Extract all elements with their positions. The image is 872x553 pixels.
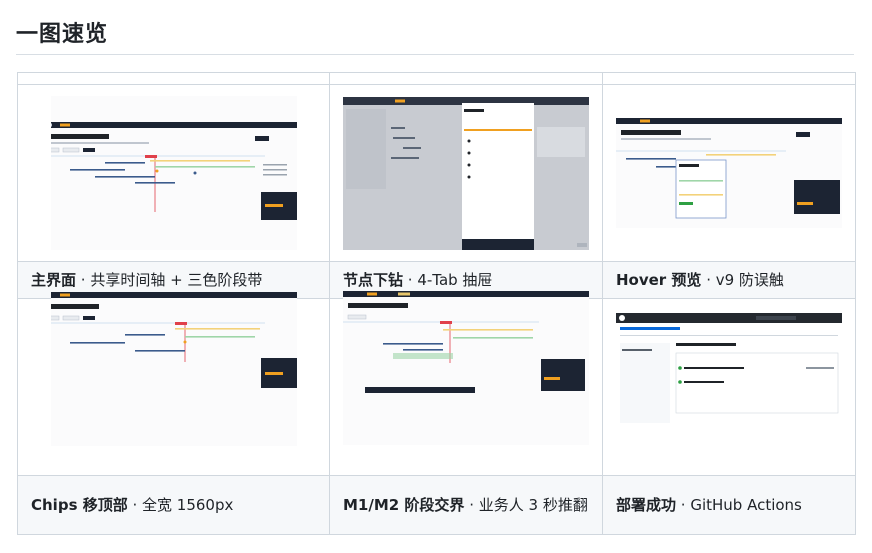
cell-node-drilldown-image [329, 84, 603, 262]
cell-hover-preview-image [602, 84, 856, 262]
thumbnail-deploy-success[interactable] [616, 313, 842, 423]
caption-m1-m2-title: M1/M2 阶段交界 [343, 496, 465, 514]
caption-main-ui-title: 主界面 [31, 271, 77, 289]
caption-m1-m2: M1/M2 阶段交界 · 业务人 3 秒推翻 [329, 475, 603, 535]
caption-chips-top: Chips 移顶部 · 全宽 1560px [17, 475, 330, 535]
caption-main-ui-desc: · 共享时间轴 + 三色阶段带 [76, 271, 263, 289]
caption-node-drilldown-desc: · 4-Tab 抽屉 [403, 271, 493, 289]
thumbnail-hover-preview[interactable] [616, 118, 842, 228]
screenshot-table: 主界面 · 共享时间轴 + 三色阶段带 节点下钻 · 4-Tab 抽屉 Hove… [17, 72, 856, 535]
caption-deploy: 部署成功 · GitHub Actions [602, 475, 856, 535]
page-title: 一图速览 [16, 22, 109, 47]
cell-deploy-image [602, 298, 856, 476]
thumbnail-chips-top[interactable] [50, 292, 297, 446]
caption-deploy-title: 部署成功 [616, 496, 677, 514]
table-header-row [17, 72, 856, 85]
caption-hover-preview-desc: · v9 防误触 [701, 271, 784, 289]
cell-chips-top-image [17, 292, 330, 476]
caption-hover-preview-title: Hover 预览 [616, 271, 702, 289]
title-divider [16, 54, 854, 55]
caption-node-drilldown-title: 节点下钻 [343, 271, 404, 289]
caption-hover-preview: Hover 预览 · v9 防误触 [602, 261, 856, 299]
cell-m1-m2-image [329, 291, 603, 476]
caption-deploy-desc: · GitHub Actions [676, 496, 802, 514]
cell-main-ui-image [17, 84, 330, 262]
thumbnail-m1-m2-boundary[interactable] [343, 291, 589, 445]
thumbnail-main-ui[interactable] [50, 96, 297, 250]
thumbnail-node-drilldown[interactable] [343, 96, 589, 250]
caption-m1-m2-desc: · 业务人 3 秒推翻 [464, 496, 588, 514]
caption-chips-top-title: Chips 移顶部 [31, 496, 128, 514]
caption-chips-top-desc: · 全宽 1560px [127, 496, 234, 514]
